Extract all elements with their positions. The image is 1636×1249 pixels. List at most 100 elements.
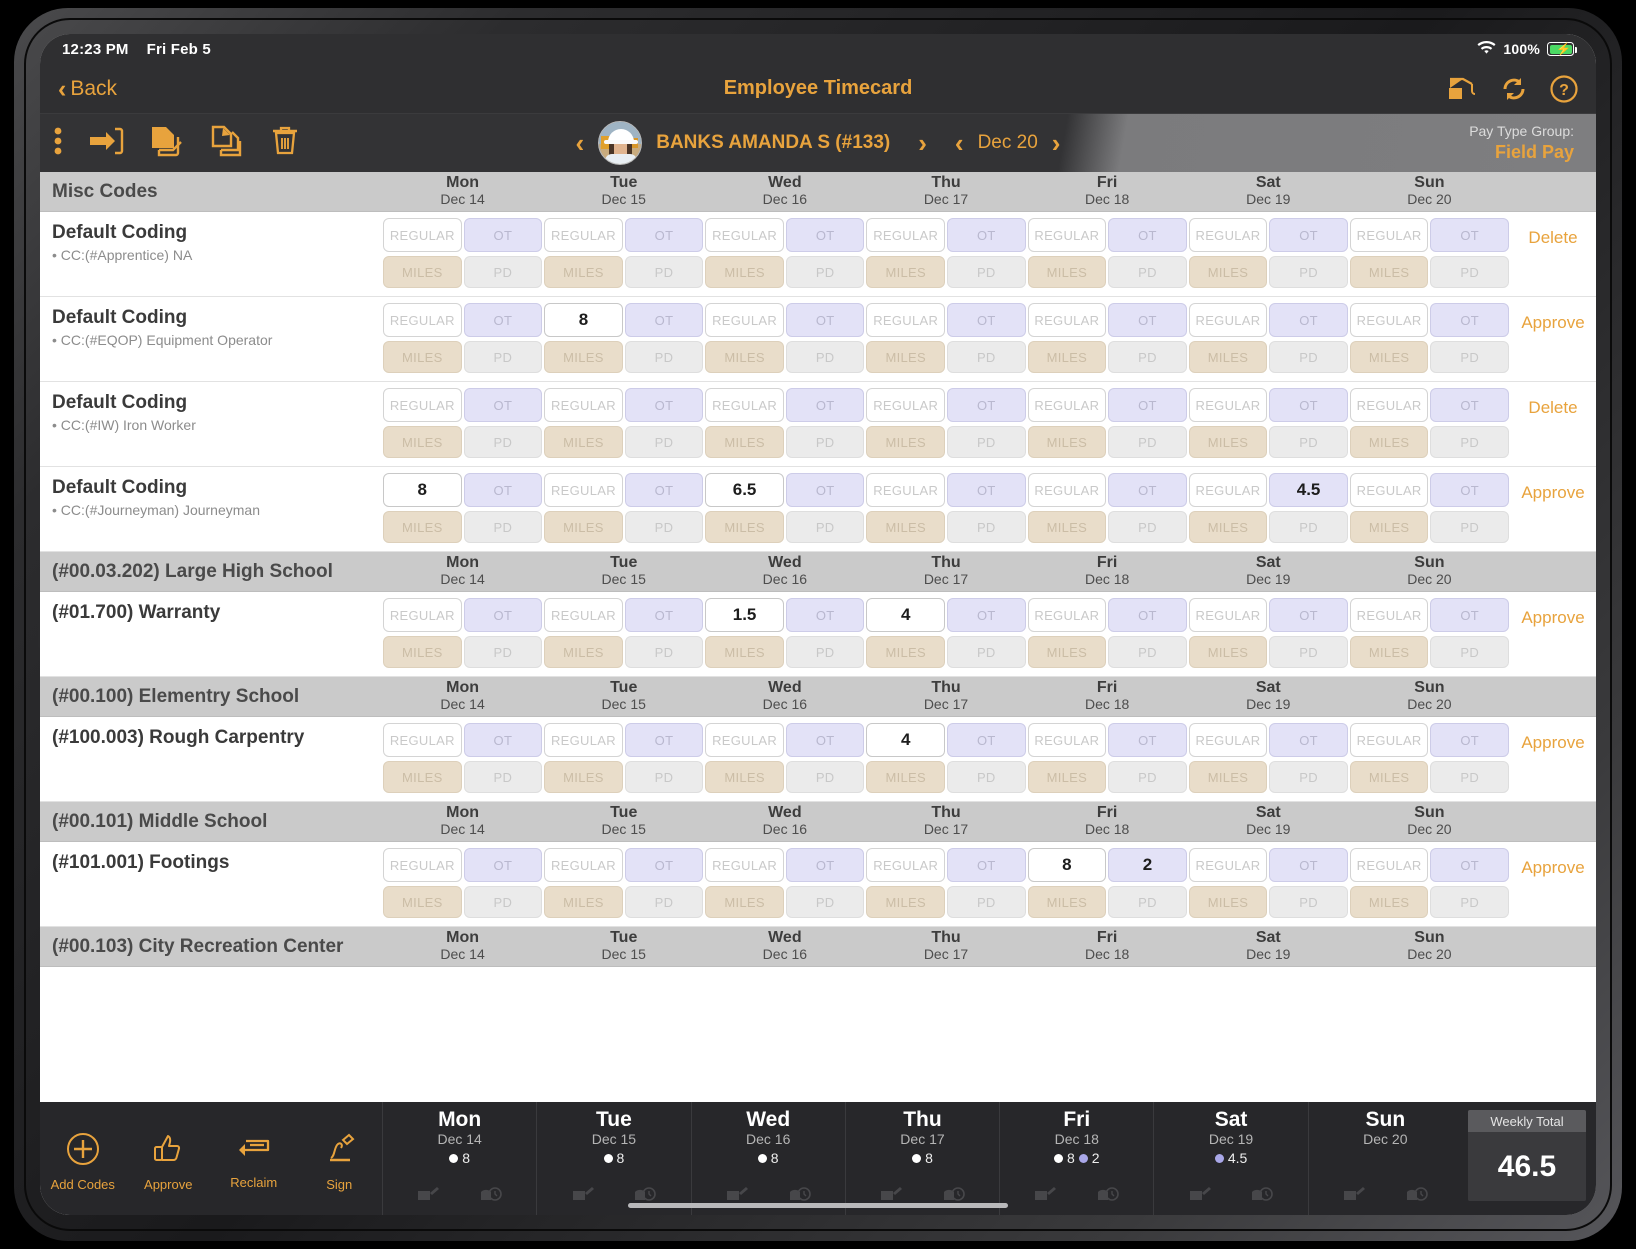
approve-row-button[interactable]: Approve [1510,717,1596,801]
row-label-cell[interactable]: (#01.700) Warranty [40,592,382,676]
miles-cell[interactable]: MILES [705,636,784,668]
regular-hours-cell[interactable]: REGULAR [544,218,623,252]
regular-hours-cell[interactable]: REGULAR [383,848,462,882]
miles-cell[interactable]: MILES [705,341,784,373]
overtime-hours-cell[interactable]: OT [947,388,1026,422]
overtime-hours-cell[interactable]: OT [1430,723,1509,757]
overtime-hours-cell[interactable]: OT [785,598,865,632]
overtime-hours-cell[interactable]: OT [947,598,1026,632]
regular-hours-cell[interactable]: REGULAR [544,473,623,507]
perdiem-cell[interactable]: PD [1108,256,1187,288]
perdiem-cell[interactable]: PD [947,886,1026,918]
overtime-hours-cell[interactable]: OT [1430,388,1509,422]
miles-cell[interactable]: MILES [544,426,623,458]
perdiem-cell[interactable]: PD [463,511,543,543]
perdiem-cell[interactable]: PD [1430,636,1509,668]
perdiem-cell[interactable]: PD [624,426,704,458]
miles-cell[interactable]: MILES [383,256,462,288]
regular-hours-cell[interactable]: REGULAR [1027,473,1107,507]
regular-hours-cell[interactable]: REGULAR [1349,303,1429,337]
miles-cell[interactable]: MILES [1188,761,1268,793]
perdiem-cell[interactable]: PD [624,886,704,918]
next-week-button[interactable]: › [1038,128,1075,159]
miles-cell[interactable]: MILES [705,426,784,458]
miles-cell[interactable]: MILES [544,341,623,373]
regular-hours-cell[interactable]: REGULAR [1027,388,1107,422]
overtime-hours-cell[interactable]: OT [1269,218,1348,252]
overtime-hours-cell[interactable]: OT [785,218,865,252]
overtime-hours-cell[interactable]: OT [463,723,543,757]
perdiem-cell[interactable]: PD [1269,256,1348,288]
miles-cell[interactable]: MILES [866,426,945,458]
note-icon[interactable] [1342,1186,1366,1209]
row-label-cell[interactable]: (#101.001) Footings [40,842,382,926]
miles-cell[interactable]: MILES [383,426,462,458]
perdiem-cell[interactable]: PD [1430,761,1509,793]
regular-hours-cell[interactable]: REGULAR [383,723,462,757]
regular-hours-cell[interactable]: REGULAR [383,388,462,422]
row-label-cell[interactable]: Default Coding • CC:(#EQOP) Equipment Ope… [40,297,382,381]
sign-button[interactable]: Sign [297,1102,383,1215]
miles-cell[interactable]: MILES [1188,426,1268,458]
home-indicator[interactable] [628,1203,1008,1208]
regular-hours-cell[interactable]: REGULAR [383,598,462,632]
regular-hours-cell[interactable]: 4 [866,723,945,757]
miles-cell[interactable]: MILES [1349,426,1429,458]
perdiem-cell[interactable]: PD [463,341,543,373]
regular-hours-cell[interactable]: REGULAR [544,388,623,422]
overtime-hours-cell[interactable]: OT [947,723,1026,757]
perdiem-cell[interactable]: PD [947,256,1026,288]
perdiem-cell[interactable]: PD [785,426,865,458]
regular-hours-cell[interactable]: REGULAR [866,388,945,422]
pay-type-group[interactable]: Pay Type Group: Field Pay [1469,123,1596,163]
regular-hours-cell[interactable]: REGULAR [866,218,945,252]
overtime-hours-cell[interactable]: OT [947,303,1026,337]
overtime-hours-cell[interactable]: OT [1269,303,1348,337]
day-total-column[interactable]: Thu Dec 17 8 [844,1102,999,1215]
approve-row-button[interactable]: Approve [1510,592,1596,676]
regular-hours-cell[interactable]: REGULAR [705,303,784,337]
miles-cell[interactable]: MILES [1027,886,1107,918]
miles-cell[interactable]: MILES [383,761,462,793]
overtime-hours-cell[interactable]: OT [1108,388,1187,422]
perdiem-cell[interactable]: PD [1108,426,1187,458]
perdiem-cell[interactable]: PD [463,256,543,288]
regular-hours-cell[interactable]: REGULAR [866,848,945,882]
miles-cell[interactable]: MILES [383,511,462,543]
row-label-cell[interactable]: Default Coding • CC:(#IW) Iron Worker [40,382,382,466]
perdiem-cell[interactable]: PD [1108,511,1187,543]
perdiem-cell[interactable]: PD [1269,511,1348,543]
miles-cell[interactable]: MILES [1188,511,1268,543]
perdiem-cell[interactable]: PD [1430,511,1509,543]
miles-cell[interactable]: MILES [544,511,623,543]
regular-hours-cell[interactable]: REGULAR [544,723,623,757]
refresh-icon[interactable] [1500,76,1528,102]
perdiem-cell[interactable]: PD [947,636,1026,668]
regular-hours-cell[interactable]: REGULAR [705,218,784,252]
perdiem-cell[interactable]: PD [947,511,1026,543]
overtime-hours-cell[interactable]: OT [785,723,865,757]
row-label-cell[interactable]: Default Coding • CC:(#Apprentice) NA [40,212,382,296]
regular-hours-cell[interactable]: REGULAR [866,473,945,507]
perdiem-cell[interactable]: PD [463,886,543,918]
regular-hours-cell[interactable]: REGULAR [383,303,462,337]
overtime-hours-cell[interactable]: OT [624,723,704,757]
perdiem-cell[interactable]: PD [785,256,865,288]
overtime-hours-cell[interactable]: OT [624,848,704,882]
perdiem-cell[interactable]: PD [1108,761,1187,793]
miles-cell[interactable]: MILES [1027,761,1107,793]
overtime-hours-cell[interactable]: OT [1108,473,1187,507]
overtime-hours-cell[interactable]: OT [463,218,543,252]
note-icon[interactable] [571,1186,595,1209]
miles-cell[interactable]: MILES [383,886,462,918]
time-clock-icon[interactable] [479,1186,503,1209]
note-icon[interactable] [1033,1186,1057,1209]
perdiem-cell[interactable]: PD [1269,426,1348,458]
regular-hours-cell[interactable]: REGULAR [383,218,462,252]
miles-cell[interactable]: MILES [544,636,623,668]
overtime-hours-cell[interactable]: OT [463,388,543,422]
approve-row-button[interactable]: Approve [1510,297,1596,381]
row-label-cell[interactable]: Default Coding • CC:(#Journeyman) Journey… [40,467,382,551]
miles-cell[interactable]: MILES [1349,636,1429,668]
next-employee-button[interactable]: › [904,128,941,159]
